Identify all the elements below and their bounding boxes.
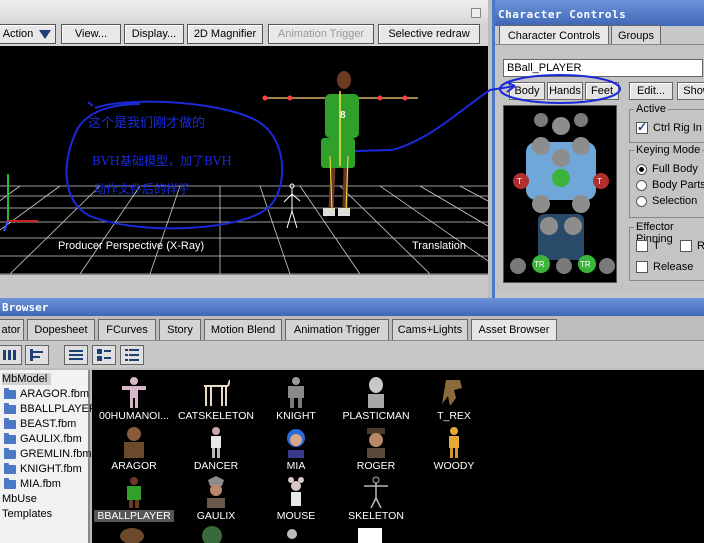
tree-item-gaulix[interactable]: GAULIX.fbm (4, 432, 82, 445)
partial-asset-row (120, 526, 382, 543)
tree-item-label: MIA.fbm (20, 478, 61, 490)
asset-knight[interactable]: KNIGHT (256, 374, 336, 424)
asset-woody[interactable]: WOODY (414, 424, 494, 474)
skeleton-thumbnail (364, 476, 388, 508)
tree-view-icon[interactable] (25, 345, 49, 365)
tab-asset-browser[interactable]: Asset Browser (471, 319, 557, 340)
tree-item-label: BBALLPLAYER (20, 403, 97, 415)
dancer-thumbnail (211, 427, 221, 458)
folder-icon (4, 387, 16, 399)
browser-toolbar (0, 340, 704, 368)
app-window: Action View... Display... 2D Magnifier A… (0, 0, 704, 543)
asset-folder-tree: MbModel ARAGOR.fbm BBALLPLAYER BEAST.fbm… (0, 370, 97, 543)
list-view-icon[interactable] (64, 345, 88, 365)
tab-story[interactable]: Story (159, 319, 201, 340)
asset-skeleton[interactable]: SKELETON (336, 474, 416, 524)
tree-item-label: GREMLIN.fbm (20, 448, 92, 460)
asset-mouse[interactable]: MOUSE (256, 474, 336, 524)
folder-icon (4, 432, 16, 444)
tab-navigator[interactable]: ator (0, 319, 24, 340)
asset-label: ARAGOR (111, 460, 157, 472)
asset-gaulix[interactable]: GAULIX (176, 474, 256, 524)
asset-label: T_REX (437, 410, 471, 422)
mouse-thumbnail (288, 477, 304, 506)
trex-thumbnail (442, 380, 462, 406)
folder-icon (4, 417, 16, 429)
tree-item-label: GAULIX.fbm (20, 433, 82, 445)
tree-item-mbuse[interactable]: MbUse (2, 493, 37, 505)
asset-aragor[interactable]: ARAGOR (94, 424, 174, 474)
asset-label: PLASTICMAN (342, 410, 410, 422)
tab-dopesheet[interactable]: Dopesheet (27, 319, 95, 340)
asset-label: WOODY (433, 460, 475, 472)
asset-roger[interactable]: ROGER (336, 424, 416, 474)
bballplayer-thumbnail (127, 477, 141, 508)
tab-animation-trigger[interactable]: Animation Trigger (285, 319, 389, 340)
icon-view-icon[interactable] (92, 345, 116, 365)
tree-item-label: ARAGOR.fbm (20, 388, 90, 400)
woody-thumbnail (449, 427, 459, 458)
mia-thumbnail (287, 429, 305, 458)
asset-mia[interactable]: MIA (256, 424, 336, 474)
tree-item-bballplayer[interactable]: BBALLPLAYER (4, 402, 97, 415)
tree-item-templates[interactable]: Templates (2, 508, 52, 520)
plasticman-thumbnail (368, 377, 384, 408)
arrow-annotation (391, 74, 621, 151)
asset-dancer[interactable]: DANCER (176, 424, 256, 474)
asset-label: 00HUMANOI... (98, 410, 169, 422)
asset-t-rex[interactable]: T_REX (414, 374, 494, 424)
asset-catskeleton[interactable]: CATSKELETON (176, 374, 256, 424)
tree-item-label: KNIGHT.fbm (20, 463, 82, 475)
roger-thumbnail (367, 428, 385, 458)
cat-skeleton-thumbnail (204, 379, 230, 406)
asset-label: GAULIX (196, 510, 236, 522)
asset-label: MOUSE (276, 510, 316, 522)
asset-label: MIA (286, 460, 306, 472)
detail-view-icon[interactable] (120, 345, 144, 365)
knight-thumbnail (288, 377, 304, 408)
tree-item-label: BEAST.fbm (20, 418, 77, 430)
folder-icon (4, 477, 16, 489)
asset-label: BBALLPLAYER (94, 510, 174, 522)
humanoid-thumbnail (122, 377, 146, 408)
asset-bballplayer[interactable]: BBALLPLAYER (94, 474, 174, 524)
tree-item-knight[interactable]: KNIGHT.fbm (4, 462, 82, 475)
aragor-thumbnail (124, 427, 144, 458)
asset-plasticman[interactable]: PLASTICMAN (336, 374, 416, 424)
asset-label: ROGER (356, 460, 396, 472)
asset-label: KNIGHT (276, 410, 316, 422)
tab-fcurves[interactable]: FCurves (98, 319, 156, 340)
browser-tab-bar: ator Dopesheet FCurves Story Motion Blen… (0, 316, 704, 340)
folder-icon (4, 447, 16, 459)
tab-cams-lights[interactable]: Cams+Lights (392, 319, 468, 340)
tree-item-gremlin[interactable]: GREMLIN.fbm (4, 447, 92, 460)
asset-00humanoid[interactable]: 00HUMANOI... (94, 374, 174, 424)
browser-title: Browser (0, 298, 704, 316)
asset-label: CATSKELETON (177, 410, 255, 422)
folder-icon (4, 402, 16, 414)
tree-item-aragor[interactable]: ARAGOR.fbm (4, 387, 90, 400)
asset-grid: 00HUMANOI... CATSKELETON KNIGHT PLASTICM… (92, 370, 704, 543)
tab-motion-blend[interactable]: Motion Blend (204, 319, 282, 340)
folder-icon (4, 462, 16, 474)
asset-label: DANCER (193, 460, 239, 472)
panel-view-icon[interactable] (0, 345, 22, 365)
tree-item-beast[interactable]: BEAST.fbm (4, 417, 77, 430)
tree-item-mia[interactable]: MIA.fbm (4, 477, 61, 490)
gaulix-thumbnail (207, 476, 225, 508)
tree-item-mbmodel[interactable]: MbModel (2, 373, 52, 385)
asset-label: SKELETON (348, 510, 404, 522)
